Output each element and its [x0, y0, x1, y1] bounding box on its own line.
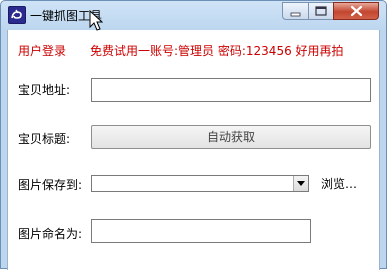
name-as-input[interactable] [91, 219, 311, 243]
close-button[interactable] [333, 2, 379, 20]
baby-url-label: 宝贝地址: [18, 83, 71, 97]
minimize-icon [290, 12, 301, 17]
login-row: 用户登录 免费试用一账号:管理员 密码:123456 好用再拍 [18, 42, 379, 58]
maximize-icon [315, 6, 327, 16]
mouse-cursor-icon [89, 10, 103, 31]
title-bar[interactable]: 一键抓图工具 [1, 1, 386, 29]
app-logo-icon [8, 6, 26, 24]
auto-fetch-button[interactable]: 自动获取 [91, 125, 371, 149]
close-icon [350, 5, 363, 17]
save-to-select[interactable] [91, 175, 309, 192]
baby-url-input[interactable] [91, 78, 371, 102]
baby-title-label: 宝贝标题: [18, 132, 71, 146]
login-hint: 免费试用一账号:管理员 密码:123456 好用再拍 [90, 44, 344, 58]
browse-button[interactable]: 浏览… [321, 175, 357, 192]
save-to-label: 图片保存到: [18, 178, 83, 192]
client-area: 用户登录 免费试用一账号:管理员 密码:123456 好用再拍 宝贝地址: 宝贝… [7, 30, 380, 270]
maximize-button[interactable] [308, 2, 333, 20]
minimize-button[interactable] [282, 2, 308, 20]
app-window: 一键抓图工具 用户登录 免费试用一账号:管理员 密码:123456 好用再拍 宝… [0, 0, 387, 270]
name-as-label: 图片命名为: [18, 227, 83, 241]
login-link[interactable]: 用户登录 [18, 42, 66, 59]
dropdown-arrow-icon[interactable] [293, 176, 308, 191]
